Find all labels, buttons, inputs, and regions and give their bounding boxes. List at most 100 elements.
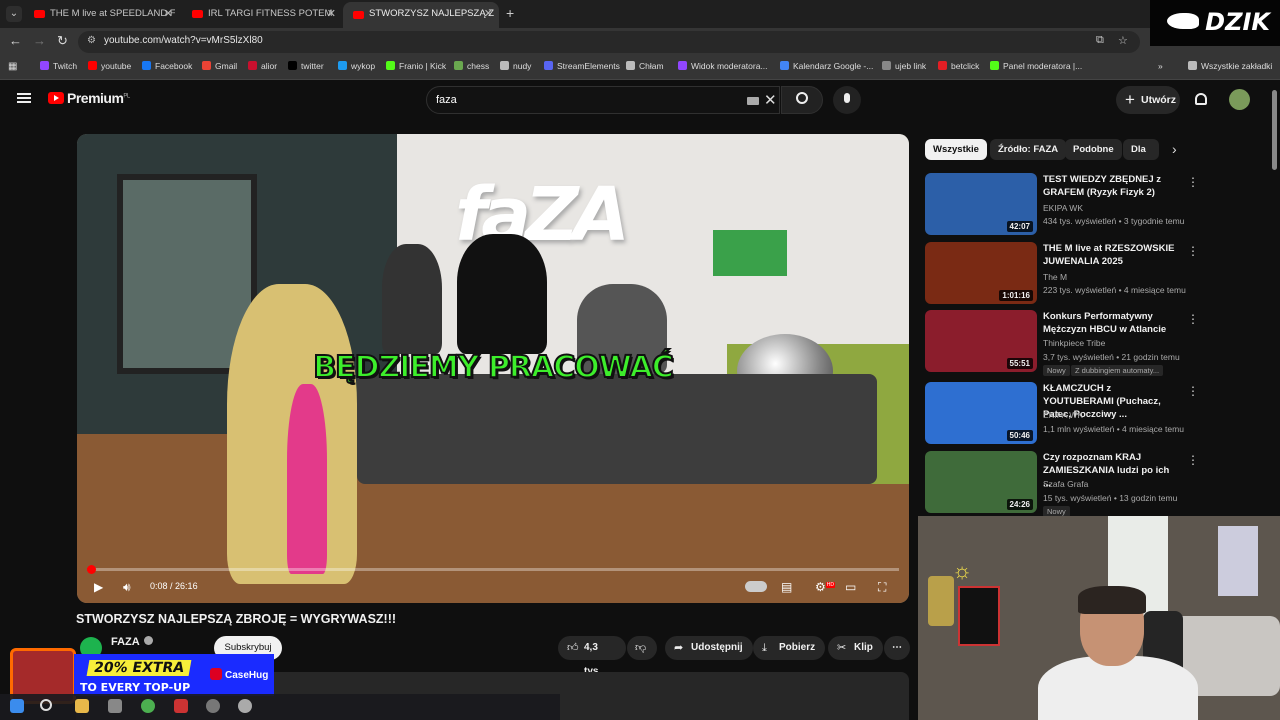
close-tab-icon[interactable]: ✕ — [327, 3, 336, 25]
subtitles-icon[interactable]: ▤ — [781, 580, 792, 594]
theater-mode-icon[interactable]: ▭ — [845, 580, 856, 594]
fullscreen-icon[interactable]: ⛶ — [878, 580, 886, 595]
bookmark-item[interactable]: StreamElements — [544, 61, 620, 71]
settings-gear-icon[interactable] — [206, 699, 220, 713]
more-options-icon[interactable]: ⋮ — [1187, 453, 1199, 467]
app-icon[interactable] — [174, 699, 188, 713]
webcam-mirror — [1218, 526, 1258, 596]
progress-bar[interactable] — [87, 565, 899, 574]
more-actions-icon[interactable]: ⋯ — [884, 636, 910, 660]
share-button[interactable]: ➦ Udostępnij — [665, 636, 753, 660]
install-app-icon[interactable]: ⧉ — [1096, 34, 1104, 47]
autoplay-toggle[interactable] — [745, 581, 767, 592]
search-input[interactable]: faza — [436, 94, 457, 106]
bookmark-item[interactable]: Franio | Kick — [386, 61, 446, 71]
more-bookmarks-icon[interactable]: » — [1158, 61, 1163, 71]
youtube-icon — [88, 61, 97, 70]
bookmark-folder[interactable]: nudy — [500, 61, 531, 71]
bookmark-item[interactable]: Kalendarz Google -... — [780, 61, 873, 71]
more-options-icon[interactable]: ⋮ — [1187, 244, 1199, 258]
video-thumbnail[interactable]: 50:46 — [925, 382, 1037, 444]
voice-search-button[interactable] — [833, 86, 861, 114]
play-icon[interactable]: ▶ — [94, 580, 103, 594]
bookmark-item[interactable]: wykop — [338, 61, 375, 71]
chrome-icon[interactable] — [141, 699, 155, 713]
apps-grid-icon[interactable]: ▦ — [8, 61, 17, 72]
download-button[interactable]: ⤓ Pobierz — [753, 636, 826, 660]
create-button[interactable]: Utwórz — [1116, 86, 1180, 114]
bookmark-item[interactable]: ujeb link — [882, 61, 926, 71]
settings-gear-icon[interactable]: ⚙HD — [815, 580, 835, 594]
recommendation-item[interactable]: 55:51 Konkurs Performatywny Mężczyzn HBC… — [925, 310, 1225, 376]
channel-name[interactable]: FAZA — [111, 636, 153, 648]
url-field[interactable]: ⚙ youtube.com/watch?v=vMrS5lzXl80 ⧉ ☆ — [78, 31, 1140, 53]
google-calendar-icon — [780, 61, 789, 70]
keyboard-icon[interactable] — [747, 97, 759, 105]
close-tab-icon[interactable]: ✕ — [164, 3, 173, 25]
recommendation-item[interactable]: 24:26 Czy rozpoznam KRAJ ZAMIESZKANIA lu… — [925, 451, 1225, 517]
new-tab-icon[interactable]: + — [506, 5, 514, 21]
menu-icon[interactable] — [17, 93, 31, 103]
recommendation-item[interactable]: 1:01:16 THE M live at RZESZOWSKIE JUWENA… — [925, 242, 1225, 304]
app-icon[interactable] — [238, 699, 252, 713]
chevron-right-icon[interactable]: › — [1172, 141, 1177, 157]
file-explorer-icon[interactable] — [75, 699, 89, 713]
close-tab-icon[interactable]: ✕ — [484, 2, 493, 26]
bookmark-star-icon[interactable]: ☆ — [1118, 34, 1128, 47]
recommendation-item[interactable]: 50:46 KŁAMCZUCH z YOUTUBERAMI (Puchacz, … — [925, 382, 1225, 444]
page-scrollbar[interactable] — [1272, 90, 1277, 170]
chip-for-you[interactable]: Dla Ci — [1123, 139, 1159, 160]
all-bookmarks-folder[interactable]: Wszystkie zakładki — [1188, 61, 1272, 71]
more-options-icon[interactable]: ⋮ — [1187, 384, 1199, 398]
bookmark-item[interactable]: alior — [248, 61, 277, 71]
browser-tab-active[interactable]: STWORZYSZ NAJLEPSZĄ ZBROJ ✕ — [343, 2, 499, 28]
more-options-icon[interactable]: ⋮ — [1187, 312, 1199, 326]
video-thumbnail[interactable]: 1:01:16 — [925, 242, 1037, 304]
notifications-bell-icon[interactable] — [1195, 93, 1207, 105]
youtube-favicon-icon — [353, 11, 364, 19]
account-avatar[interactable] — [1229, 89, 1250, 110]
like-button[interactable]: 👍︎4,3 tys. — [558, 636, 626, 677]
globe-icon — [882, 61, 891, 70]
dislike-button[interactable]: 👎︎ — [627, 636, 657, 660]
site-info-icon[interactable]: ⚙ — [87, 35, 96, 46]
progress-scrubber[interactable] — [87, 565, 97, 574]
bookmark-item[interactable]: betclick — [938, 61, 979, 71]
chip-source[interactable]: Źródło: FAZA — [990, 139, 1067, 160]
stream-brand-logo: DZIK — [1150, 0, 1280, 46]
bookmark-item[interactable]: Facebook — [142, 61, 192, 71]
clear-search-icon[interactable]: ✕ — [764, 91, 777, 109]
volume-icon[interactable]: 🔊︎ — [123, 580, 131, 595]
forward-icon[interactable]: → — [33, 33, 46, 48]
bookmark-item[interactable]: Gmail — [202, 61, 237, 71]
clip-button[interactable]: ✂ Klip — [828, 636, 883, 660]
video-thumbnail[interactable]: 24:26 — [925, 451, 1037, 513]
back-icon[interactable]: ← — [9, 33, 22, 48]
thumbs-up-icon: 👍︎ — [567, 642, 579, 654]
bookmark-item[interactable]: Widok moderatora... — [678, 61, 768, 71]
bookmark-item[interactable]: Panel moderatora |... — [990, 61, 1082, 71]
search-box[interactable]: faza ✕ — [426, 86, 780, 114]
more-options-icon[interactable]: ⋮ — [1187, 175, 1199, 189]
chip-related[interactable]: Podobne — [1065, 139, 1122, 160]
bookmark-item[interactable]: chess — [454, 61, 489, 71]
reload-icon[interactable]: ↻ — [57, 33, 68, 49]
recommendation-item[interactable]: 42:07 TEST WIEDZY ZBĘDNEJ z GRAFEM (Ryzy… — [925, 173, 1225, 235]
bookmark-item[interactable]: twitter — [288, 61, 324, 71]
search-icon[interactable] — [40, 699, 52, 711]
bookmark-item[interactable]: youtube — [88, 61, 131, 71]
bookmark-item[interactable]: Chłam — [626, 61, 664, 71]
video-thumbnail[interactable]: 55:51 — [925, 310, 1037, 372]
new-badge: Nowy — [1043, 365, 1070, 376]
tab-search-button[interactable]: ⌄ — [6, 6, 22, 22]
search-button[interactable] — [781, 86, 823, 114]
youtube-premium-logo[interactable]: PremiumPL — [48, 90, 130, 106]
video-player[interactable]: faZA BĘDZIEMY PRACOWAĆ ▶ 🔊︎ 0:08 / 26:16… — [77, 134, 909, 603]
bookmark-item[interactable]: Twitch — [40, 61, 77, 71]
app-icon[interactable] — [108, 699, 122, 713]
browser-tab[interactable]: IRL TARGI FITNESS POTEM SPO ✕ — [182, 3, 342, 25]
chip-all[interactable]: Wszystkie — [925, 139, 987, 160]
video-thumbnail[interactable]: 42:07 — [925, 173, 1037, 235]
windows-start-icon[interactable] — [10, 699, 24, 713]
browser-tab[interactable]: THE M live at SPEEDLAND FEST ✕ — [24, 3, 179, 25]
